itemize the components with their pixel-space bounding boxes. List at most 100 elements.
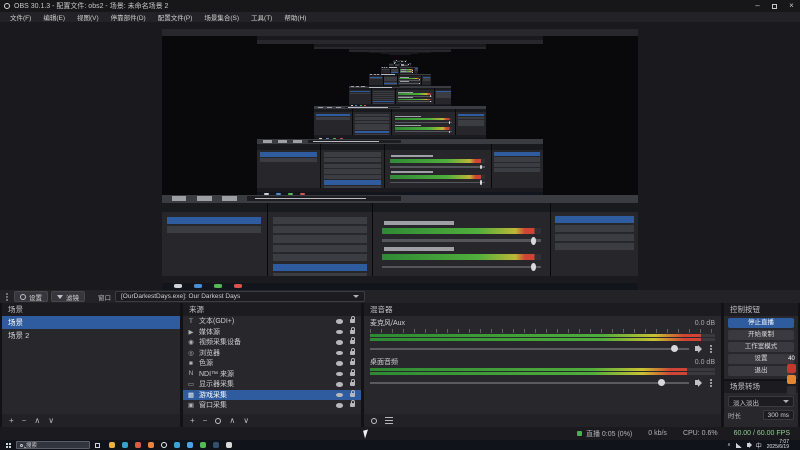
capture-sec: [162, 282, 638, 290]
maximize-button[interactable]: [766, 0, 783, 12]
volume-slider-knob[interactable]: [658, 379, 666, 386]
transition-duration-value[interactable]: 300 ms: [762, 410, 794, 420]
ime-indicator[interactable]: 中: [756, 441, 762, 450]
up-icon[interactable]: ∧: [229, 414, 235, 427]
taskbar-app-firefox[interactable]: [148, 442, 154, 448]
volume-slider[interactable]: [370, 345, 689, 352]
menu-item-7[interactable]: 帮助(H): [278, 12, 312, 22]
taskbar-app-chrome[interactable]: [135, 442, 141, 448]
scene-item[interactable]: 场景: [2, 316, 180, 329]
channel-menu-icon[interactable]: [710, 347, 712, 350]
taskbar-app-notepad[interactable]: [226, 442, 232, 448]
tray-expand-icon[interactable]: ∧: [727, 442, 731, 448]
taskbar-clock[interactable]: 7:07 2025/6/19: [767, 440, 789, 450]
volume-slider[interactable]: [370, 379, 689, 386]
volume-icon[interactable]: [746, 442, 752, 448]
visibility-eye-icon[interactable]: [336, 340, 343, 345]
transition-select[interactable]: 淡入淡出: [728, 396, 794, 407]
source-item[interactable]: ◉ 视频采集设备: [183, 337, 361, 348]
task-view-button[interactable]: [95, 442, 100, 448]
remove-icon[interactable]: −: [22, 414, 27, 427]
gear-icon[interactable]: [215, 417, 222, 424]
visibility-eye-icon[interactable]: [336, 371, 343, 376]
speaker-icon[interactable]: [695, 378, 702, 387]
source-filters-button[interactable]: 滤镜: [51, 291, 85, 302]
start-record-button[interactable]: 开始录制: [728, 330, 794, 340]
menu-item-0[interactable]: 文件(F): [4, 12, 37, 22]
visibility-eye-icon[interactable]: [336, 382, 343, 387]
lock-icon[interactable]: [350, 368, 355, 376]
menu-item-4[interactable]: 配置文件(P): [152, 12, 199, 22]
preview-canvas[interactable]: [162, 22, 638, 290]
level-meter-bar: [370, 368, 715, 371]
studio-mode-button[interactable]: 工作室模式: [728, 342, 794, 352]
taskbar-search[interactable]: 搜索: [16, 441, 90, 449]
capture-mr: [167, 226, 262, 234]
taskbar-app-vscode[interactable]: [174, 442, 180, 448]
menu-item-6[interactable]: 工具(T): [245, 12, 278, 22]
taskbar-app-steam[interactable]: [213, 442, 219, 448]
visibility-eye-icon[interactable]: [336, 403, 343, 408]
menu-item-1[interactable]: 编辑(E): [37, 12, 71, 22]
source-item[interactable]: ▣ 窗口采集: [183, 400, 361, 411]
start-button[interactable]: [0, 440, 16, 450]
overlay-orange-icon[interactable]: [787, 375, 796, 384]
lock-icon[interactable]: [350, 326, 355, 334]
volume-slider-knob[interactable]: [671, 345, 679, 352]
source-properties-button[interactable]: 设置: [14, 291, 48, 302]
source-item[interactable]: ▭ 显示器采集: [183, 379, 361, 390]
source-item[interactable]: N NDI™ 来源: [183, 368, 361, 380]
visibility-eye-icon[interactable]: [336, 350, 343, 355]
lock-icon[interactable]: [350, 389, 355, 397]
source-item[interactable]: ▦ 游戏采集: [183, 389, 361, 400]
source-item[interactable]: ■ 色源: [183, 358, 361, 369]
overlay-gray-icon[interactable]: [787, 386, 796, 395]
speaker-icon[interactable]: [695, 344, 702, 353]
remove-icon[interactable]: −: [203, 414, 208, 427]
down-icon[interactable]: ∨: [48, 414, 54, 427]
menu-item-2[interactable]: 视图(V): [71, 12, 105, 22]
up-icon[interactable]: ∧: [34, 414, 40, 427]
capture-sec: [314, 48, 486, 107]
sliders-icon[interactable]: [385, 417, 393, 424]
lock-icon[interactable]: [350, 347, 355, 355]
down-icon[interactable]: ∨: [243, 414, 249, 427]
taskbar-app-edge[interactable]: [122, 442, 128, 448]
visibility-eye-icon[interactable]: [336, 361, 343, 366]
window-select[interactable]: [OurDarkestDays.exe]: Our Darkest Days: [115, 291, 365, 302]
taskbar-app-file-explorer[interactable]: [109, 442, 115, 448]
scene-item[interactable]: 场景 2: [2, 329, 180, 342]
taskbar-app-obs[interactable]: [161, 442, 167, 448]
lock-icon[interactable]: [350, 337, 355, 345]
volume-slider-row: [370, 377, 715, 388]
channel-menu-icon[interactable]: [710, 381, 712, 384]
taskbar-app-wechat[interactable]: [200, 442, 206, 448]
capture-sec: [369, 53, 431, 75]
menu-item-3[interactable]: 停靠部件(D): [105, 12, 152, 22]
menu-item-5[interactable]: 场景集合(S): [198, 12, 245, 22]
visibility-eye-icon[interactable]: [336, 392, 343, 397]
lock-icon[interactable]: [350, 379, 355, 387]
overlay-widget: 40: [784, 356, 799, 395]
add-icon[interactable]: +: [9, 414, 14, 427]
gear-icon[interactable]: [371, 417, 377, 424]
stream-health-icon: [576, 431, 582, 436]
drag-handle-icon[interactable]: [6, 295, 8, 298]
source-item[interactable]: T 文本(GDI+): [183, 316, 361, 327]
lock-icon[interactable]: [350, 400, 355, 408]
taskbar-app-qq[interactable]: [187, 442, 193, 448]
source-item[interactable]: ▶ 媒体源: [183, 326, 361, 338]
add-icon[interactable]: +: [190, 414, 195, 427]
lock-icon[interactable]: [350, 316, 355, 324]
source-item[interactable]: ◎ 浏览器: [183, 347, 361, 359]
visibility-eye-icon[interactable]: [336, 319, 343, 324]
minimize-button[interactable]: –: [749, 0, 766, 12]
stop-stream-button[interactable]: 停止直播: [728, 318, 794, 328]
overlay-red-icon[interactable]: [787, 364, 796, 373]
close-button[interactable]: ×: [783, 0, 800, 12]
source-type-icon: ▣: [187, 402, 195, 410]
visibility-eye-icon[interactable]: [336, 329, 343, 334]
capture-d1: [173, 284, 183, 289]
lock-icon[interactable]: [350, 358, 355, 366]
network-icon[interactable]: [735, 442, 742, 448]
